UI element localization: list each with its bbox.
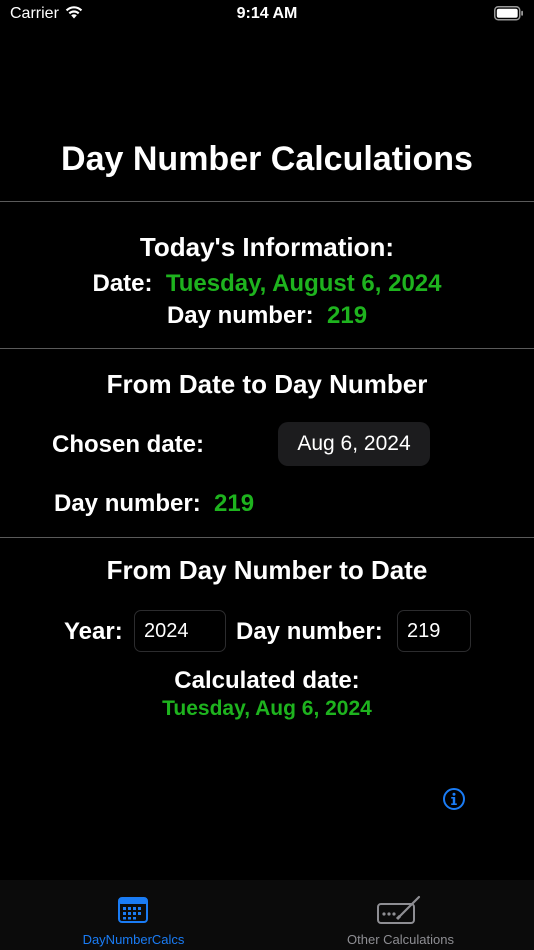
day-number-input[interactable]: 219 xyxy=(397,610,471,652)
day-number-label: Day number: xyxy=(236,618,383,645)
today-day-value: 219 xyxy=(327,302,368,329)
tab-daynumbercalcs[interactable]: DayNumberCalcs xyxy=(0,880,267,950)
date-picker-button[interactable]: Aug 6, 2024 xyxy=(278,422,430,466)
todays-info-heading: Today's Information: xyxy=(139,232,395,262)
tab-daynumbercalcs-label: DayNumberCalcs xyxy=(82,932,185,947)
year-input[interactable]: 2024 xyxy=(134,610,226,652)
computed-day-label: Day number: xyxy=(54,490,201,517)
calendar-icon xyxy=(118,895,148,928)
divider xyxy=(0,348,534,349)
day-number-input-value: 219 xyxy=(407,619,441,642)
calculated-date-value: Tuesday, Aug 6, 2024 xyxy=(162,697,372,720)
status-bar: Carrier 9:14 AM xyxy=(0,0,534,30)
tab-bar: DayNumberCalcs Other Calculations xyxy=(0,880,534,950)
today-day-label: Day number: xyxy=(166,302,314,329)
tab-other-calculations-label: Other Calculations xyxy=(347,932,454,947)
signature-keyboard-icon xyxy=(377,895,423,930)
divider xyxy=(0,537,534,538)
computed-day-row: Day number: 219 xyxy=(54,490,254,518)
computed-day-value: 219 xyxy=(214,490,255,517)
chosen-date-label: Chosen date: xyxy=(52,431,205,458)
today-date-value: Tuesday, August 6, 2024 xyxy=(165,270,442,297)
date-to-day-heading: From Date to Day Number xyxy=(106,369,428,399)
divider xyxy=(0,201,534,202)
page-title: Day Number Calculations xyxy=(61,140,473,178)
year-input-value: 2024 xyxy=(144,619,189,642)
date-picker-value: Aug 6, 2024 xyxy=(297,432,411,455)
info-icon[interactable] xyxy=(442,787,466,816)
today-date-label: Date: xyxy=(92,270,153,297)
status-time: 9:14 AM xyxy=(236,5,298,22)
today-date-row: Date: Tuesday, August 6, 2024 xyxy=(0,270,534,298)
year-label: Year: xyxy=(64,618,123,645)
battery-icon xyxy=(494,6,524,26)
calculated-date-label: Calculated date: xyxy=(174,667,360,694)
tab-other-calculations[interactable]: Other Calculations xyxy=(267,880,534,950)
today-day-row: Day number: 219 xyxy=(0,302,534,330)
day-to-date-heading: From Day Number to Date xyxy=(106,555,428,585)
